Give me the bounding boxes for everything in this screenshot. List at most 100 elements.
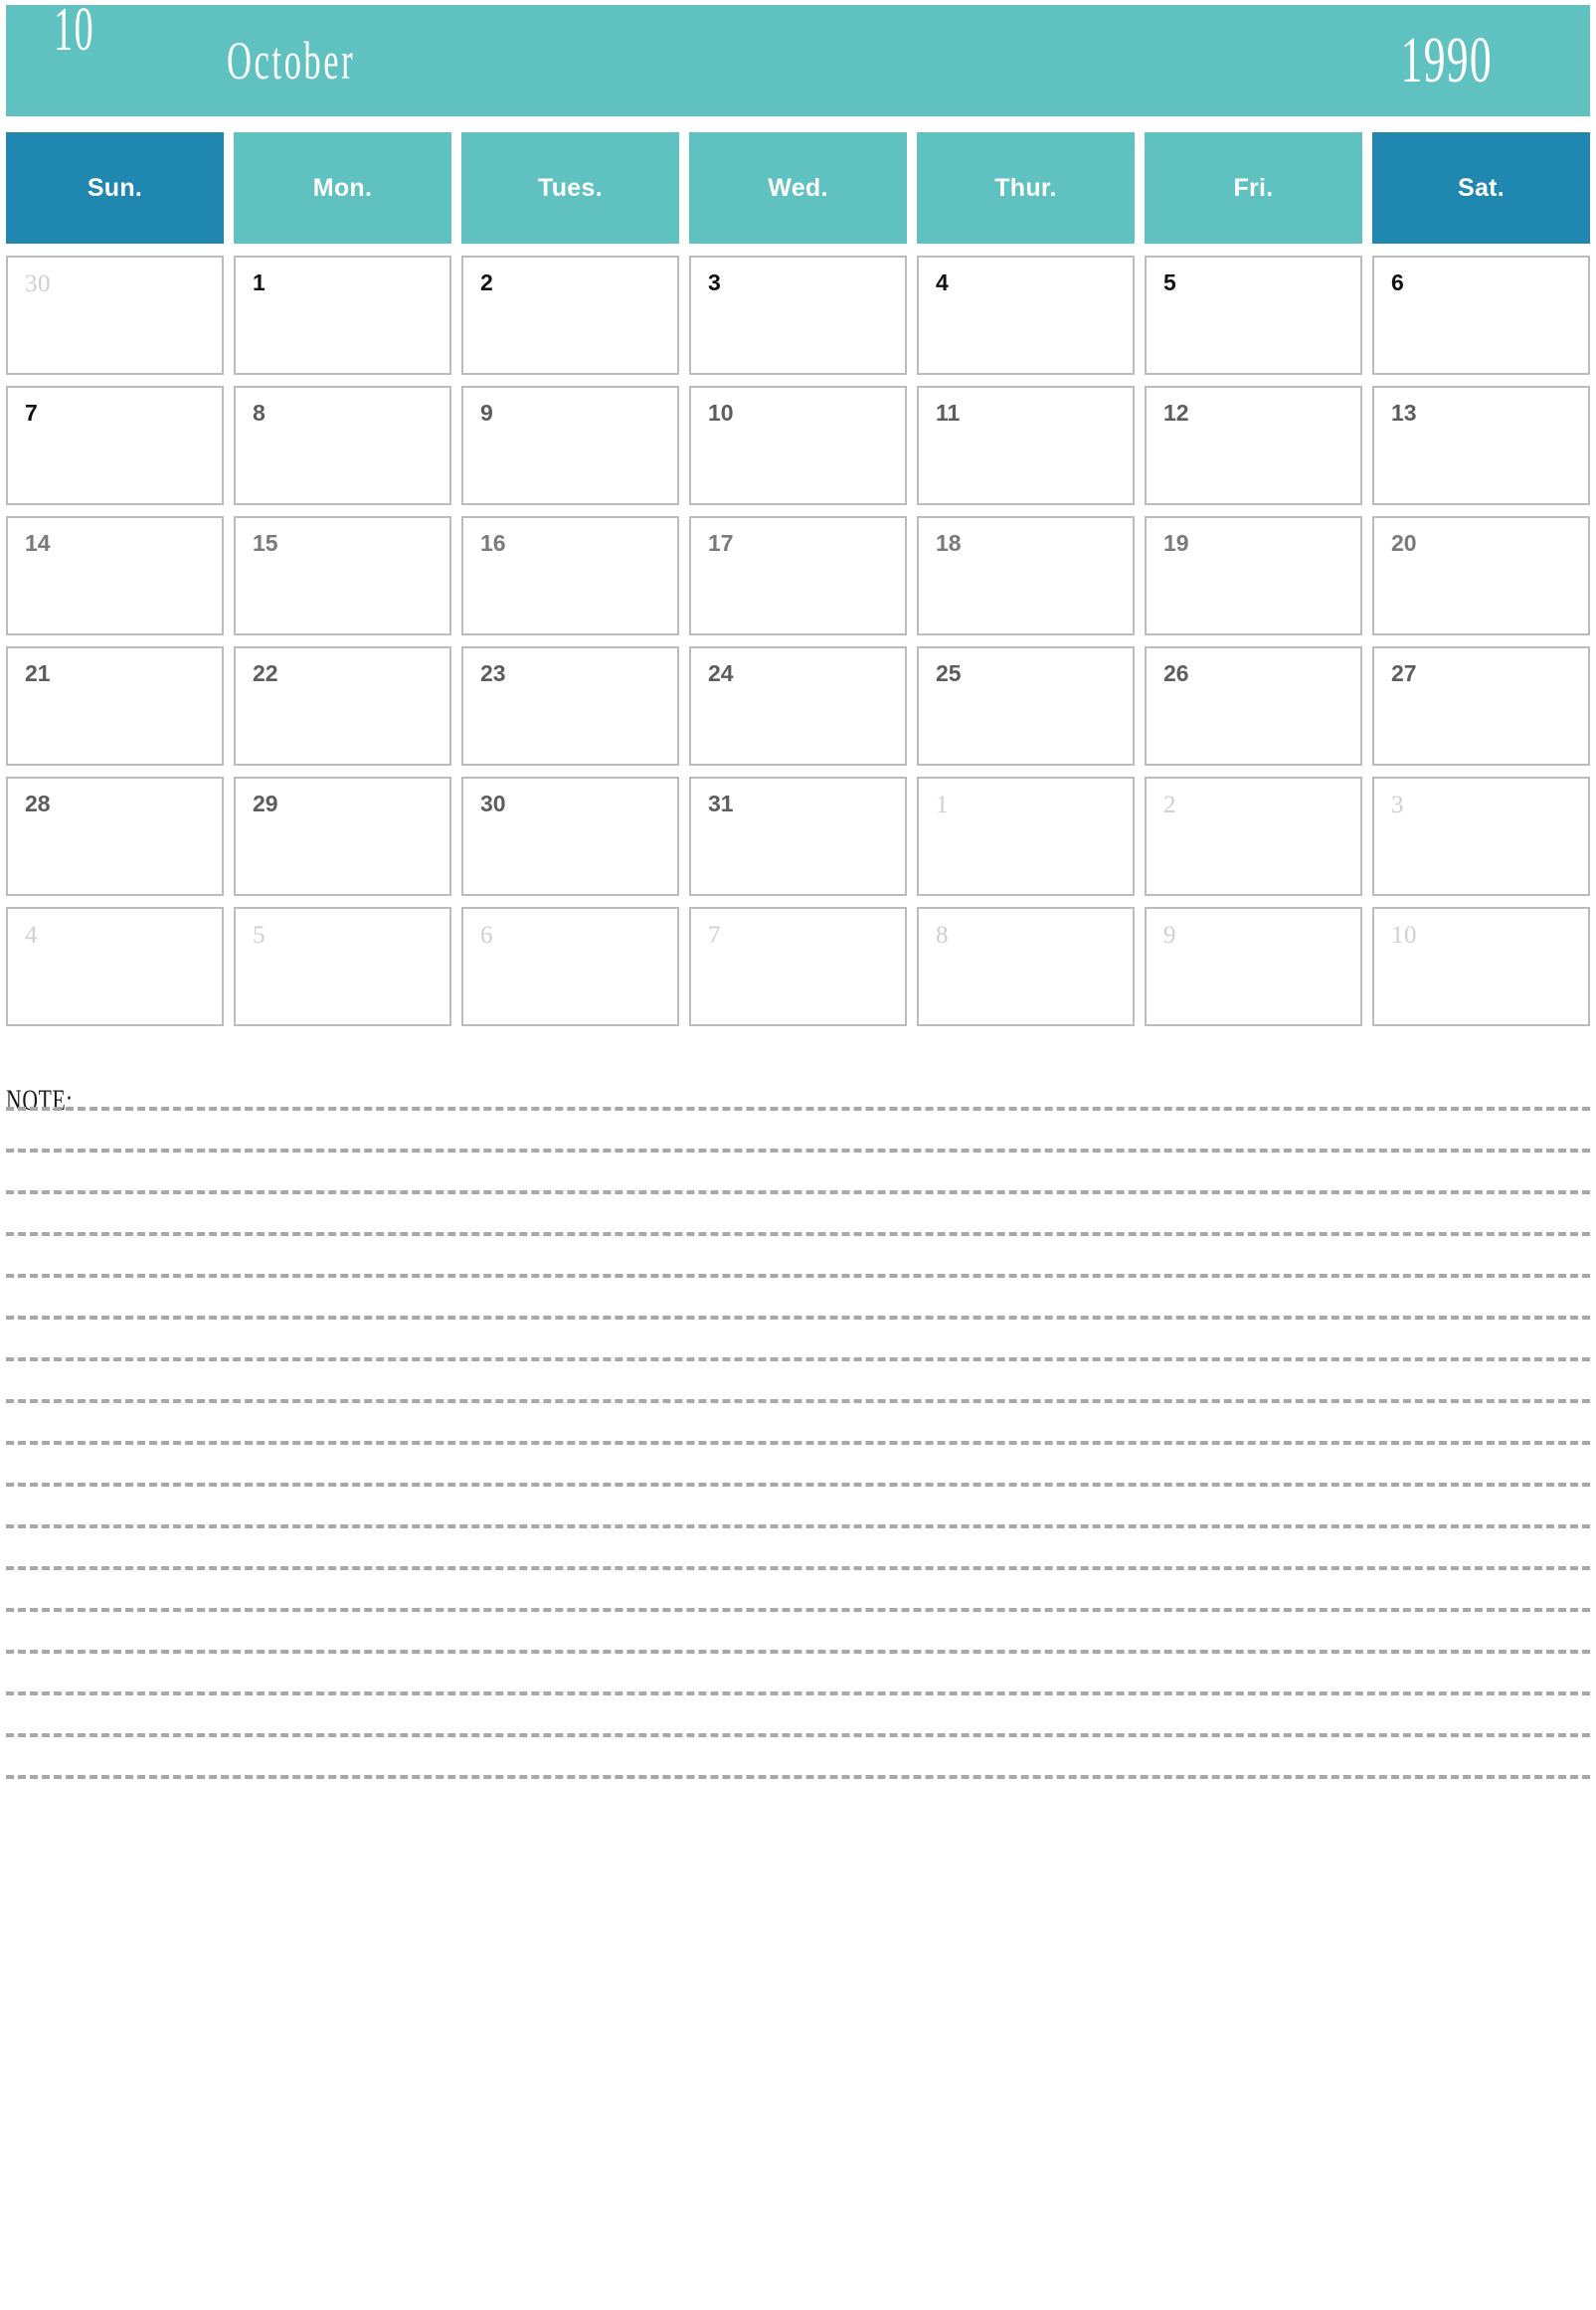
day-cell[interactable]: 31 xyxy=(689,777,907,896)
day-cell[interactable]: 7 xyxy=(6,386,224,505)
day-cell[interactable]: 23 xyxy=(461,646,679,766)
day-cell[interactable]: 2 xyxy=(461,256,679,375)
note-line[interactable] xyxy=(6,1733,1590,1737)
day-number: 5 xyxy=(1163,269,1176,295)
note-line[interactable] xyxy=(6,1357,1590,1361)
day-number-text: 3 xyxy=(1391,792,1404,818)
day-cell[interactable]: 1 xyxy=(917,777,1135,896)
day-number: 9 xyxy=(1163,922,1176,950)
day-cell[interactable]: 17 xyxy=(689,516,907,635)
day-cell[interactable]: 3 xyxy=(689,256,907,375)
calendar-page: 10 October 1990 Sun. Mon. Tues. Wed. Thur. Fr… xyxy=(0,0,1596,2310)
day-number-text: 8 xyxy=(936,922,949,949)
day-number: 28 xyxy=(25,791,51,816)
day-cell[interactable]: 20 xyxy=(1372,516,1590,635)
calendar-week-row: 4 5 6 7 8 9 10 xyxy=(6,907,1590,1026)
day-number: 17 xyxy=(708,530,734,556)
day-number: 4 xyxy=(25,922,38,950)
day-number: 16 xyxy=(480,530,506,556)
note-line[interactable] xyxy=(6,1399,1590,1403)
day-cell[interactable]: 2 xyxy=(1145,777,1362,896)
day-cell[interactable]: 16 xyxy=(461,516,679,635)
day-number: 30 xyxy=(25,270,51,298)
day-cell[interactable]: 30 xyxy=(6,256,224,375)
day-cell[interactable]: 19 xyxy=(1145,516,1362,635)
day-number-text: 4 xyxy=(25,922,38,949)
day-cell[interactable]: 18 xyxy=(917,516,1135,635)
day-number: 29 xyxy=(253,791,278,816)
day-number-text: 10 xyxy=(1391,922,1417,949)
day-cell[interactable]: 30 xyxy=(461,777,679,896)
day-number: 20 xyxy=(1391,530,1417,556)
day-cell[interactable]: 22 xyxy=(234,646,451,766)
weekday-header-sun: Sun. xyxy=(6,132,224,244)
calendar-header-band: 10 October 1990 xyxy=(6,0,1590,116)
note-line[interactable] xyxy=(6,1316,1590,1320)
day-number: 3 xyxy=(1391,792,1404,819)
day-cell[interactable]: 14 xyxy=(6,516,224,635)
note-line[interactable] xyxy=(6,1274,1590,1278)
calendar-week-row: 30 1 2 3 4 5 6 xyxy=(6,256,1590,375)
day-number: 10 xyxy=(1391,922,1417,950)
day-cell[interactable]: 9 xyxy=(1145,907,1362,1026)
day-cell[interactable]: 29 xyxy=(234,777,451,896)
day-cell[interactable]: 5 xyxy=(234,907,451,1026)
calendar-week-row: 28 29 30 31 1 2 3 xyxy=(6,777,1590,896)
day-cell[interactable]: 6 xyxy=(1372,256,1590,375)
day-cell[interactable]: 12 xyxy=(1145,386,1362,505)
weekday-header-label: Mon. xyxy=(312,173,373,202)
weekday-header-thur: Thur. xyxy=(917,132,1135,244)
day-number: 7 xyxy=(25,400,38,426)
weekday-header-mon: Mon. xyxy=(234,132,451,244)
day-cell[interactable]: 10 xyxy=(689,386,907,505)
day-cell[interactable]: 8 xyxy=(234,386,451,505)
day-cell[interactable]: 11 xyxy=(917,386,1135,505)
day-cell[interactable]: 15 xyxy=(234,516,451,635)
note-lines[interactable] xyxy=(6,1107,1590,1817)
note-line[interactable] xyxy=(6,1149,1590,1153)
day-cell[interactable]: 21 xyxy=(6,646,224,766)
day-cell[interactable]: 4 xyxy=(6,907,224,1026)
day-cell[interactable]: 27 xyxy=(1372,646,1590,766)
weekday-header-tues: Tues. xyxy=(461,132,679,244)
day-cell[interactable]: 8 xyxy=(917,907,1135,1026)
day-cell[interactable]: 9 xyxy=(461,386,679,505)
day-cell[interactable]: 10 xyxy=(1372,907,1590,1026)
day-cell[interactable]: 13 xyxy=(1372,386,1590,505)
day-cell[interactable]: 5 xyxy=(1145,256,1362,375)
day-number: 8 xyxy=(936,922,949,950)
header-year: 1990 xyxy=(1353,28,1493,126)
note-line[interactable] xyxy=(6,1107,1590,1111)
day-number: 14 xyxy=(25,530,51,556)
day-cell[interactable]: 24 xyxy=(689,646,907,766)
note-line[interactable] xyxy=(6,1775,1590,1779)
note-line[interactable] xyxy=(6,1190,1590,1194)
day-cell[interactable]: 6 xyxy=(461,907,679,1026)
day-cell[interactable]: 4 xyxy=(917,256,1135,375)
day-cell[interactable]: 3 xyxy=(1372,777,1590,896)
day-number: 31 xyxy=(708,791,734,816)
note-line[interactable] xyxy=(6,1566,1590,1570)
note-line[interactable] xyxy=(6,1608,1590,1612)
day-number: 7 xyxy=(708,922,721,950)
day-number: 2 xyxy=(480,269,493,295)
note-line[interactable] xyxy=(6,1232,1590,1236)
day-cell[interactable]: 1 xyxy=(234,256,451,375)
note-line[interactable] xyxy=(6,1483,1590,1487)
note-line[interactable] xyxy=(6,1691,1590,1695)
day-number: 19 xyxy=(1163,530,1189,556)
note-line[interactable] xyxy=(6,1524,1590,1528)
weekday-header-sat: Sat. xyxy=(1372,132,1590,244)
day-number: 4 xyxy=(936,269,949,295)
day-cell[interactable]: 26 xyxy=(1145,646,1362,766)
day-number: 12 xyxy=(1163,400,1189,426)
day-number: 22 xyxy=(253,660,278,686)
header-month-number: 10 xyxy=(54,0,119,91)
note-line[interactable] xyxy=(6,1650,1590,1654)
note-line[interactable] xyxy=(6,1441,1590,1445)
day-cell[interactable]: 28 xyxy=(6,777,224,896)
day-number: 3 xyxy=(708,269,721,295)
day-number: 30 xyxy=(480,791,506,816)
day-cell[interactable]: 7 xyxy=(689,907,907,1026)
day-cell[interactable]: 25 xyxy=(917,646,1135,766)
